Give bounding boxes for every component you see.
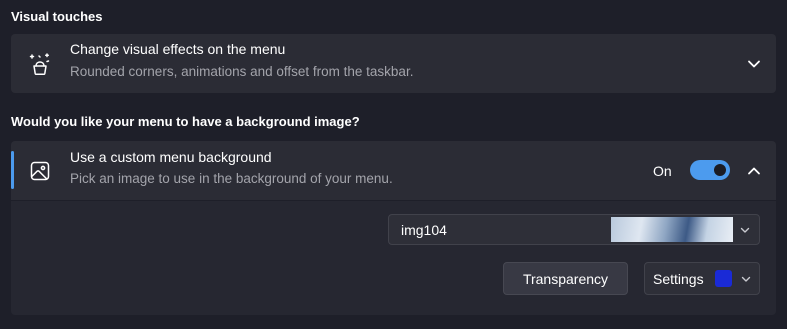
background-image-thumbnail bbox=[611, 217, 733, 242]
chevron-down-icon bbox=[740, 272, 752, 290]
custom-background-toggle[interactable] bbox=[690, 160, 730, 180]
selected-indicator bbox=[11, 151, 14, 189]
visual-effects-description: Rounded corners, animations and offset f… bbox=[70, 64, 414, 79]
visual-touches-heading: Visual touches bbox=[11, 9, 103, 24]
chevron-down-icon bbox=[739, 223, 751, 241]
image-icon bbox=[27, 158, 53, 184]
transparency-button[interactable]: Transparency bbox=[503, 262, 628, 295]
visual-effects-title: Change visual effects on the menu bbox=[70, 41, 286, 57]
visual-effects-card[interactable]: Change visual effects on the menu Rounde… bbox=[11, 34, 776, 93]
background-image-heading: Would you like your menu to have a backg… bbox=[11, 114, 360, 129]
background-image-select[interactable]: img104 bbox=[388, 214, 760, 245]
custom-background-title: Use a custom menu background bbox=[70, 149, 272, 165]
custom-background-card[interactable]: Use a custom menu background Pick an ima… bbox=[11, 141, 776, 200]
custom-background-description: Pick an image to use in the background o… bbox=[70, 171, 393, 186]
settings-label: Settings bbox=[653, 271, 704, 287]
custom-background-expanded-panel: img104 Transparency Settings bbox=[11, 201, 776, 315]
chevron-down-icon[interactable] bbox=[746, 56, 762, 77]
chevron-up-icon[interactable] bbox=[746, 163, 762, 184]
toggle-state-label: On bbox=[653, 163, 672, 179]
sparkle-effects-icon bbox=[27, 51, 53, 77]
color-swatch bbox=[715, 270, 732, 287]
settings-color-select[interactable]: Settings bbox=[644, 262, 760, 295]
toggle-knob bbox=[714, 164, 726, 176]
background-image-select-value: img104 bbox=[401, 222, 447, 238]
